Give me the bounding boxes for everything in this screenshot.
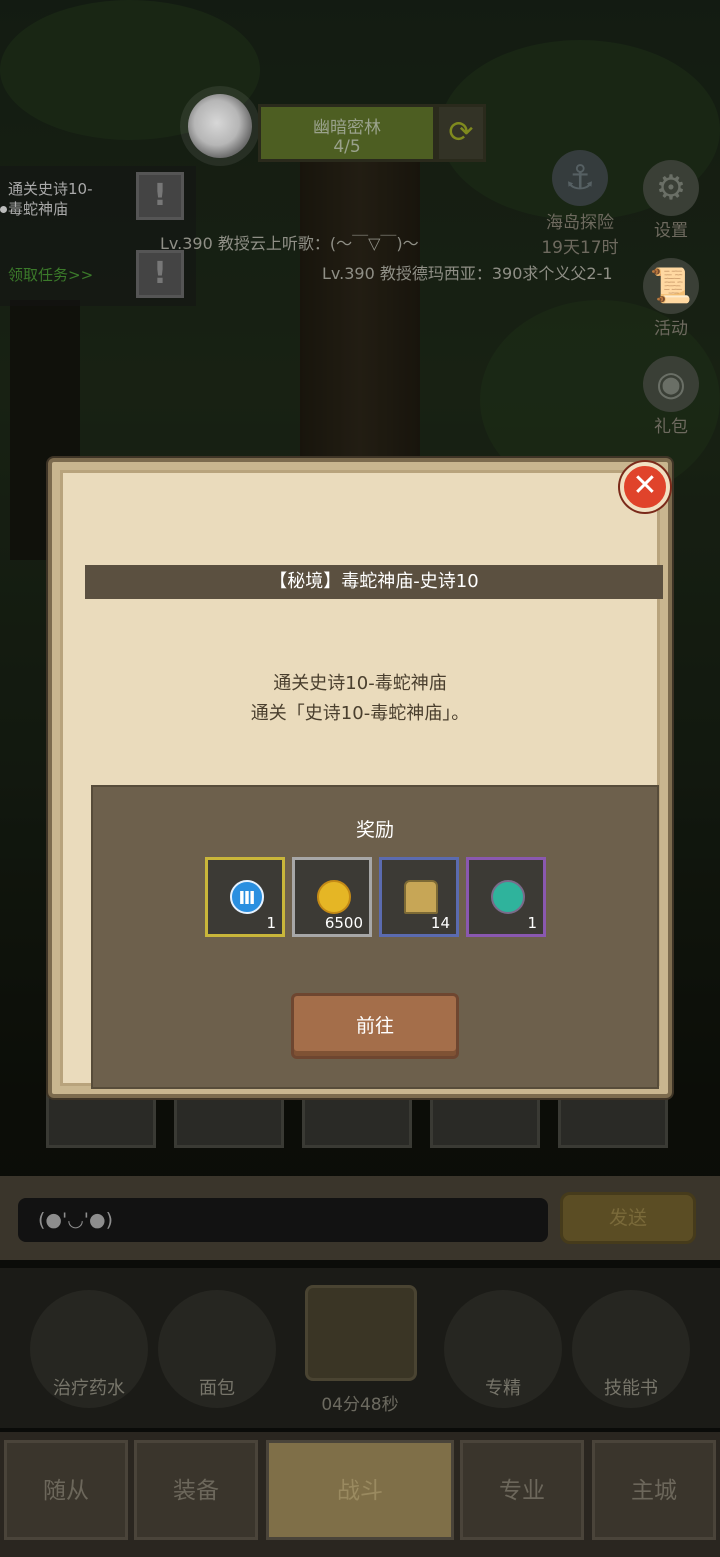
activity-label: 活动 xyxy=(654,319,688,339)
quest-title: 通关史诗10- xyxy=(8,180,93,198)
reward-quantity: 1 xyxy=(527,914,537,932)
reward-panel: 奖励 Ⅲ 1 6500 14 1 前往 xyxy=(91,785,659,1089)
island-explore-label: 海岛探险 xyxy=(546,213,614,233)
gold-coin-icon xyxy=(317,880,351,914)
gift-pack-icon: ◉ xyxy=(643,356,699,412)
refresh-icon[interactable]: ⟳ xyxy=(436,104,486,162)
reward-slot[interactable]: 6500 xyxy=(292,857,372,937)
dialog-title: 【秘境】毒蛇神庙-史诗10 xyxy=(85,565,663,599)
quest-subtitle: 毒蛇神庙 xyxy=(0,198,68,219)
claim-quest-link[interactable]: 领取任务>> xyxy=(8,264,93,285)
nav-tab-equipment[interactable]: 装备 xyxy=(134,1440,258,1540)
chat-input[interactable]: (●'◡'●) xyxy=(18,1198,548,1242)
stage-progress: 4/5 xyxy=(333,137,361,157)
nav-tab-profession[interactable]: 专业 xyxy=(460,1440,584,1540)
quest-description-line1: 通关史诗10-毒蛇神庙 xyxy=(273,673,447,694)
treasure-chest-icon[interactable] xyxy=(305,1285,417,1381)
skill-slot[interactable] xyxy=(430,1090,540,1148)
chat-message: Lv.390 教授德玛西亚：390求个义父2-1 xyxy=(322,264,613,283)
skill-slot[interactable] xyxy=(46,1090,156,1148)
tier-three-medal-icon: Ⅲ xyxy=(230,880,264,914)
chat-message: Lv.390 教授云上听歌：(～￣▽￣)～ xyxy=(160,234,419,253)
stage-orb-icon[interactable] xyxy=(188,94,252,158)
reward-slot[interactable]: 14 xyxy=(379,857,459,937)
reward-slot[interactable]: 1 xyxy=(466,857,546,937)
dialog-body: 【秘境】毒蛇神庙-史诗10 通关史诗10-毒蛇神庙 通关「史诗10-毒蛇神庙」。… xyxy=(60,470,663,1089)
go-button[interactable]: 前往 xyxy=(291,993,459,1059)
helmet-icon xyxy=(404,880,438,914)
nav-tab-main-city[interactable]: 主城 xyxy=(592,1440,716,1540)
quest-detail-dialog: 【秘境】毒蛇神庙-史诗10 通关史诗10-毒蛇神庙 通关「史诗10-毒蛇神庙」。… xyxy=(48,458,672,1098)
reward-title: 奖励 xyxy=(355,819,394,841)
scroll-icon: 📜 xyxy=(643,258,699,314)
skill-slots xyxy=(46,1090,676,1152)
stage-name: 幽暗密林 xyxy=(313,118,381,138)
nav-tab-followers[interactable]: 随从 xyxy=(4,1440,128,1540)
gem-egg-icon xyxy=(491,880,525,914)
gift-button[interactable]: ◉ 礼包 xyxy=(636,356,706,437)
activity-button[interactable]: 📜 活动 xyxy=(636,258,706,339)
nav-tab-battle[interactable]: 战斗 xyxy=(266,1440,454,1540)
reward-quantity: 14 xyxy=(430,914,450,932)
exclamation-icon[interactable]: ! xyxy=(136,250,184,298)
item-label-bread: 面包 xyxy=(199,1378,235,1399)
reward-slot[interactable]: Ⅲ 1 xyxy=(205,857,285,937)
stage-progress-bar: 幽暗密林 4/5 xyxy=(258,104,436,162)
reward-quantity: 6500 xyxy=(324,914,363,932)
send-button[interactable]: 发送 xyxy=(560,1192,696,1244)
item-label-potion: 治疗药水 xyxy=(53,1378,125,1399)
settings-button[interactable]: ⚙ 设置 xyxy=(636,160,706,241)
skill-slot[interactable] xyxy=(558,1090,668,1148)
gift-label: 礼包 xyxy=(654,417,688,437)
anchor-icon: ⚓ xyxy=(552,150,608,206)
island-explore-timer: 19天17时 xyxy=(541,238,619,258)
skill-slot[interactable] xyxy=(174,1090,284,1148)
gear-icon: ⚙ xyxy=(643,160,699,216)
quest-description-line2: 通关「史诗10-毒蛇神庙」。 xyxy=(250,703,470,724)
chest-timer: 04分48秒 xyxy=(321,1395,399,1415)
close-icon[interactable]: ✕ xyxy=(620,462,670,512)
exclamation-icon[interactable]: ! xyxy=(136,172,184,220)
island-explore-button[interactable]: ⚓ 海岛探险 19天17时 xyxy=(530,150,630,258)
item-label-mastery: 专精 xyxy=(485,1378,521,1399)
reward-quantity: 1 xyxy=(266,914,276,932)
settings-label: 设置 xyxy=(654,221,688,241)
item-label-skillbook: 技能书 xyxy=(604,1378,658,1399)
skill-slot[interactable] xyxy=(302,1090,412,1148)
